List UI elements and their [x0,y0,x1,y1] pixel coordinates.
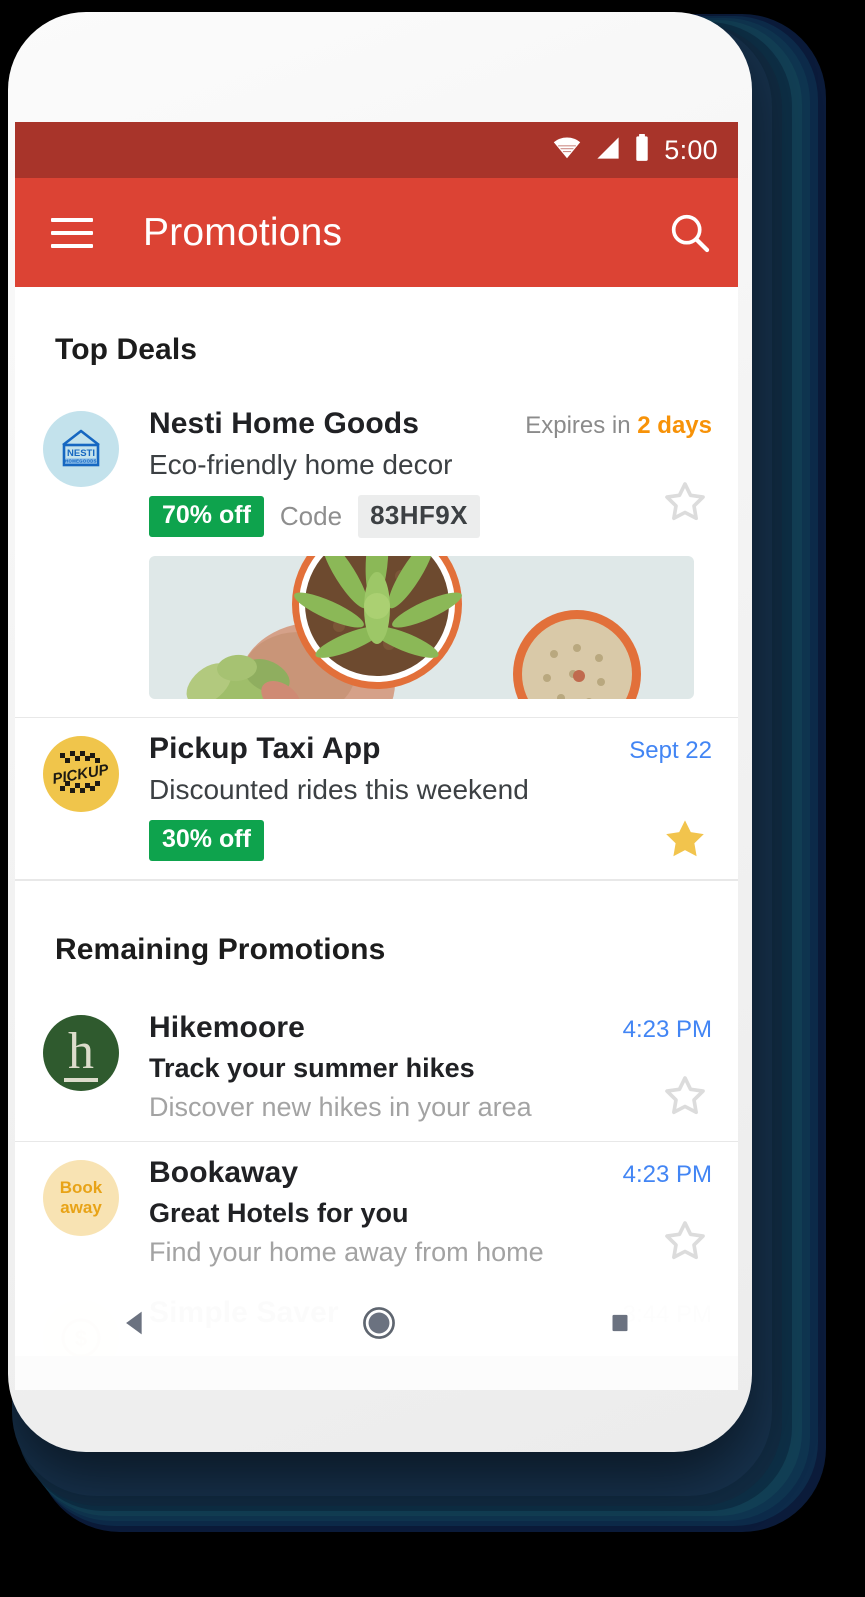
star-outline-icon[interactable] [662,479,708,525]
star-outline-icon[interactable] [662,1218,708,1264]
promotion-date: Sept 22 [629,737,712,764]
promotion-row-pickup[interactable]: PICKUP Pickup Taxi App Sept 22 Discounte… [15,718,738,880]
android-navigation-bar [15,1290,738,1356]
hikemoore-logo: h [43,1015,119,1091]
svg-text:PICKUP: PICKUP [51,761,111,788]
app-bar: Promotions [15,178,738,287]
promotion-row-hikemoore[interactable]: h Hikemoore 4:23 PM Track your summer hi… [15,997,738,1142]
promo-code-chip[interactable]: 83HF9X [358,495,480,538]
promotion-expiry: Expires in 2 days [511,412,712,440]
discount-badge: 70% off [149,496,264,537]
discount-badge: 30% off [149,820,264,861]
back-triangle-icon[interactable] [119,1306,153,1340]
promotion-brand: Pickup Taxi App [149,732,381,765]
avatar-text: Book away [60,1178,103,1218]
avatar-letter: h [64,1025,98,1082]
promotion-snippet: Find your home away from home [149,1237,544,1267]
status-bar: 5:00 [15,122,738,178]
promotion-row-bookaway[interactable]: Book away Bookaway 4:23 PM Great Hotels … [15,1142,738,1286]
promotions-list: Top Deals NESTI HOMEGOODS Nesti Home Goo… [15,287,738,1376]
promotion-subtitle: Discounted rides this weekend [149,774,529,805]
bookaway-logo: Book away [43,1160,119,1236]
wifi-icon [552,136,582,165]
expiry-label: Expires in [525,412,631,439]
home-circle-icon[interactable] [360,1304,398,1342]
star-filled-icon[interactable] [662,816,708,862]
screen-bottom-scrim [15,1356,738,1390]
page-title: Promotions [143,210,343,254]
phone-screen: 5:00 Promotions Top Deals NESTI HOMEGOOD… [15,122,738,1390]
phone-device-frame: 5:00 Promotions Top Deals NESTI HOMEGOOD… [8,12,752,1452]
section-header-top-deals: Top Deals [55,333,198,366]
hamburger-menu-icon[interactable] [51,217,93,248]
promotion-brand: Hikemoore [149,1011,305,1044]
promotion-brand: Nesti Home Goods [149,407,419,440]
promotion-snippet: Discover new hikes in your area [149,1092,532,1122]
promotion-row-nesti[interactable]: NESTI HOMEGOODS Nesti Home Goods Expires… [15,393,738,718]
nesti-home-goods-logo: NESTI HOMEGOODS [43,411,119,487]
svg-text:HOMEGOODS: HOMEGOODS [65,459,97,464]
expiry-value: 2 days [637,412,712,439]
svg-text:NESTI: NESTI [67,448,95,459]
signal-icon [595,136,621,165]
promotion-brand: Bookaway [149,1156,299,1189]
avatar-line-1: Book [59,1178,103,1197]
status-bar-time: 5:00 [664,134,718,165]
promotion-time: 4:23 PM [622,1016,712,1043]
promotion-subtitle: Eco-friendly home decor [149,449,453,480]
succulent-plants-photo[interactable] [149,556,694,699]
battery-icon [634,133,650,167]
star-outline-icon[interactable] [662,1073,708,1119]
code-label: Code [279,501,343,531]
section-header-remaining-promotions: Remaining Promotions [55,933,386,966]
recents-square-icon[interactable] [605,1308,635,1338]
avatar-line-2: away [60,1198,102,1217]
pickup-taxi-logo: PICKUP [43,736,119,812]
promotion-subject: Track your summer hikes [149,1053,475,1083]
search-icon[interactable] [668,211,712,255]
promotion-time: 4:23 PM [622,1161,712,1188]
promotion-subject: Great Hotels for you [149,1198,409,1228]
